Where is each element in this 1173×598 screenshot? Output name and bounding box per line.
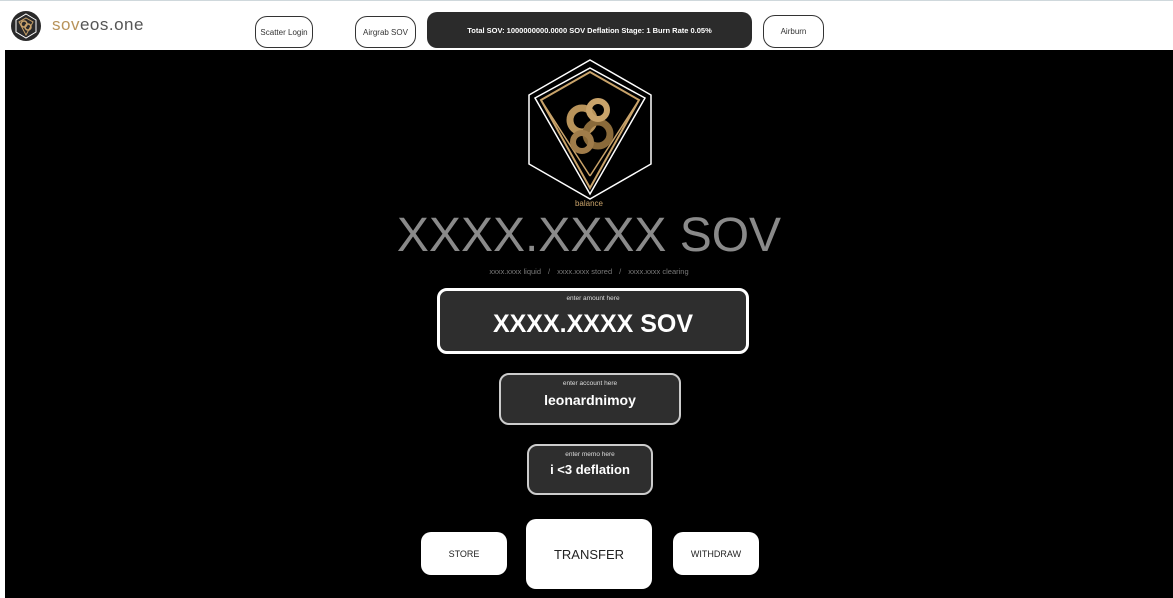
transfer-button[interactable]: TRANSFER — [526, 519, 652, 589]
scatter-login-button[interactable]: Scatter Login — [255, 16, 313, 48]
brand-name[interactable]: soveos.one — [52, 15, 144, 35]
supply-stats-banner: Total SOV: 1000000000.0000 SOV Deflation… — [427, 12, 752, 48]
account-hint: enter account here — [562, 380, 618, 387]
memo-hint: enter memo here — [565, 451, 615, 458]
separator: / — [619, 267, 622, 276]
clearing-balance: xxxx.xxxx clearing — [628, 267, 689, 276]
separator: / — [548, 267, 551, 276]
wallet-panel: balance XXXX.XXXX SOV xxxx.xxxx liquid / x… — [5, 50, 1173, 598]
top-navbar: soveos.one Scatter Login Airgrab SOV Tot… — [0, 0, 1173, 50]
amount-hint: enter amount here — [566, 295, 620, 302]
amount-value[interactable]: XXXX.XXXX SOV — [440, 310, 746, 339]
withdraw-button[interactable]: WITHDRAW — [673, 532, 759, 575]
balance-label: balance — [574, 199, 604, 208]
memo-value[interactable]: i <3 deflation — [529, 462, 651, 477]
airgrab-sov-button[interactable]: Airgrab SOV — [355, 16, 416, 48]
brand-sov: sov — [52, 15, 80, 34]
sov-logo-icon[interactable] — [10, 10, 42, 42]
airburn-button[interactable]: Airburn — [763, 15, 824, 48]
liquid-balance: xxxx.xxxx liquid — [489, 267, 542, 276]
account-value[interactable]: leonardnimoy — [501, 392, 679, 408]
stored-balance: xxxx.xxxx stored — [557, 267, 613, 276]
account-input[interactable]: enter account here leonardnimoy — [499, 373, 681, 425]
balance-value: XXXX.XXXX SOV — [396, 209, 782, 262]
amount-input[interactable]: enter amount here XXXX.XXXX SOV — [437, 288, 749, 354]
store-button[interactable]: STORE — [421, 532, 507, 575]
memo-input[interactable]: enter memo here i <3 deflation — [527, 444, 653, 495]
sov-emblem-icon — [527, 58, 653, 201]
balance-breakdown: xxxx.xxxx liquid / xxxx.xxxx stored / xxxx.x… — [5, 267, 1173, 276]
brand-eos-one: eos.one — [79, 15, 144, 34]
